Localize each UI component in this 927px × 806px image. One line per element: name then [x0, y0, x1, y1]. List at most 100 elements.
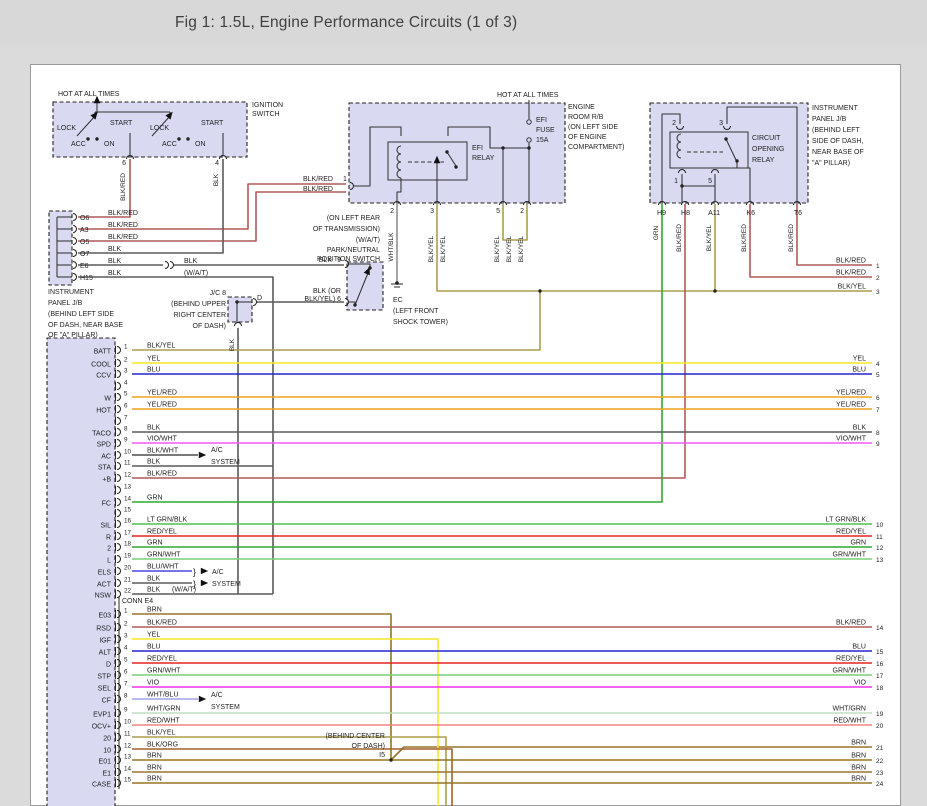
- diagram-label: (W/A/T): [356, 237, 380, 244]
- wire-ref-number: 4: [876, 361, 880, 368]
- pin-number-label: 19: [124, 553, 132, 560]
- diagram-label: BLK: [108, 246, 122, 253]
- arrowhead: [199, 696, 206, 703]
- junction-dot: [353, 303, 356, 306]
- pin-number-label: 4: [124, 645, 128, 652]
- wire-color-label: VIO/WHT: [836, 436, 867, 443]
- wire-color-label: BRN: [147, 607, 162, 614]
- diagram-label: LOCK: [57, 125, 76, 132]
- diagram-label: 3: [719, 120, 723, 127]
- pin-name-label: SIL: [100, 523, 111, 530]
- wire-ref-number: 22: [876, 758, 884, 765]
- wire-ref-number: 8: [876, 430, 880, 437]
- connector-pin-arc: [117, 568, 121, 575]
- wire-ref-number: 2: [876, 275, 880, 282]
- diagram-label: CONN E4: [122, 598, 153, 605]
- wire-blk-red: [750, 204, 872, 277]
- diagram-label: INSTRUMENT: [48, 289, 95, 296]
- pin-arc: [73, 214, 77, 221]
- pin-number-label: 20: [124, 565, 132, 572]
- wire-color-label: BLK/RED: [147, 620, 177, 627]
- wire-color-label: BLK/RED: [836, 270, 866, 277]
- wire-ref-number: 23: [876, 770, 884, 777]
- wire-color-label: YEL: [147, 356, 160, 363]
- wire-ref-number: 16: [876, 661, 884, 668]
- wire-color-label: GRN/WHT: [147, 552, 181, 559]
- wire-color-label: BRN: [147, 765, 162, 772]
- junction-dot: [735, 159, 738, 162]
- pin-number-label: 14: [124, 766, 132, 773]
- diagram-label: OF DASH): [352, 743, 385, 750]
- wire-color-label: BLK: [147, 587, 161, 594]
- diagram-label: A3: [80, 227, 89, 234]
- pin-arc: [170, 262, 174, 269]
- connector-pin-arc: [117, 418, 121, 425]
- diagram-label: 1: [674, 178, 678, 185]
- wire-color-label: BLK: [853, 425, 867, 432]
- diagram-label: RIGHT CENTER: [174, 312, 226, 319]
- connector-pin-arc: [117, 347, 121, 354]
- connector-pin-arc: [117, 544, 121, 551]
- diagram-label: PANEL J/B: [812, 116, 847, 123]
- diagram-label: ACC: [162, 141, 177, 148]
- diagram-label: }: [193, 567, 196, 577]
- wire-color-label: BLK/YEL: [706, 224, 713, 251]
- diagram-label: ACC: [71, 141, 86, 148]
- diagram-label: 2: [672, 120, 676, 127]
- diagram-label: BLK/RED: [303, 186, 333, 193]
- pin-number-label: 1: [124, 608, 128, 615]
- diagram-label: 5: [708, 178, 712, 185]
- diagram-label: NEAR BASE OF: [812, 149, 864, 156]
- pin-number-label: 8: [124, 426, 128, 433]
- pin-number-label: 6: [124, 669, 128, 676]
- wire-color-label: BRN: [851, 753, 866, 760]
- wire-ref-number: 14: [876, 625, 884, 632]
- diagram-label: OPENING: [752, 146, 784, 153]
- diagram-label: OF DASH): [193, 323, 226, 330]
- wires-layer: [57, 99, 872, 806]
- wire-color-label: VIO: [147, 680, 160, 687]
- wiring-diagram: HOT AT ALL TIMESIGNITIONSWITCHLOCKSTARTA…: [0, 0, 927, 806]
- instrument-panel-jb-left-connector: [49, 211, 72, 285]
- wire-color-label: GRN: [850, 540, 866, 547]
- wire-color-label: GRN/WHT: [147, 668, 181, 675]
- pin-name-label: CCV: [96, 373, 111, 380]
- wire-ref-number: 1: [876, 263, 880, 270]
- diagram-label: BLK (OR: [313, 288, 341, 295]
- wire-blk-org: [132, 749, 452, 806]
- diagram-label: A/C: [211, 692, 223, 699]
- pin-number-label: 5: [124, 391, 128, 398]
- wire-color-label: WHT/BLU: [147, 692, 179, 699]
- pin-name-label: AC: [101, 454, 111, 461]
- wire-color-label: BLK/YEL: [147, 730, 176, 737]
- diagram-label: BLK/RED: [108, 210, 138, 217]
- pin-name-label: TACO: [92, 431, 111, 438]
- diagram-label: O7: [80, 251, 89, 258]
- pin-number-label: 16: [124, 518, 132, 525]
- pin-arc: [73, 262, 77, 269]
- diagram-label: ENGINE: [568, 104, 595, 111]
- diagram-label: SYSTEM: [211, 704, 240, 711]
- wire-ref-number: 21: [876, 745, 884, 752]
- pin-name-label: CF: [102, 698, 111, 705]
- park-neutral-switch-box: [347, 262, 383, 310]
- circuit-opening-relay-box: [670, 132, 748, 168]
- diagram-label: (BEHIND LEFT: [812, 127, 861, 134]
- diagram-label: T6: [794, 210, 802, 217]
- pin-name-label: E01: [99, 759, 112, 766]
- wire-color-label: YEL/RED: [147, 390, 177, 397]
- arrowhead: [201, 568, 208, 575]
- connector-pin-arc: [117, 487, 121, 494]
- pin-name-label: ALT: [99, 650, 112, 657]
- wire-color-label: VIO: [854, 680, 867, 687]
- diagram-label: SYSTEM: [211, 459, 240, 466]
- wire-color-label: BRN: [147, 753, 162, 760]
- diagram-label: COMPARTMENT): [568, 144, 625, 151]
- wire-color-label: BLK/RED: [120, 173, 127, 201]
- diagram-label: E6: [80, 263, 89, 270]
- pin-name-label: D: [106, 662, 111, 669]
- pin-number-label: 11: [124, 731, 131, 738]
- diagram-label: O6: [80, 215, 89, 222]
- wire-ref-number: 11: [876, 534, 883, 541]
- wire-note-label: (W/A/T): [172, 587, 196, 594]
